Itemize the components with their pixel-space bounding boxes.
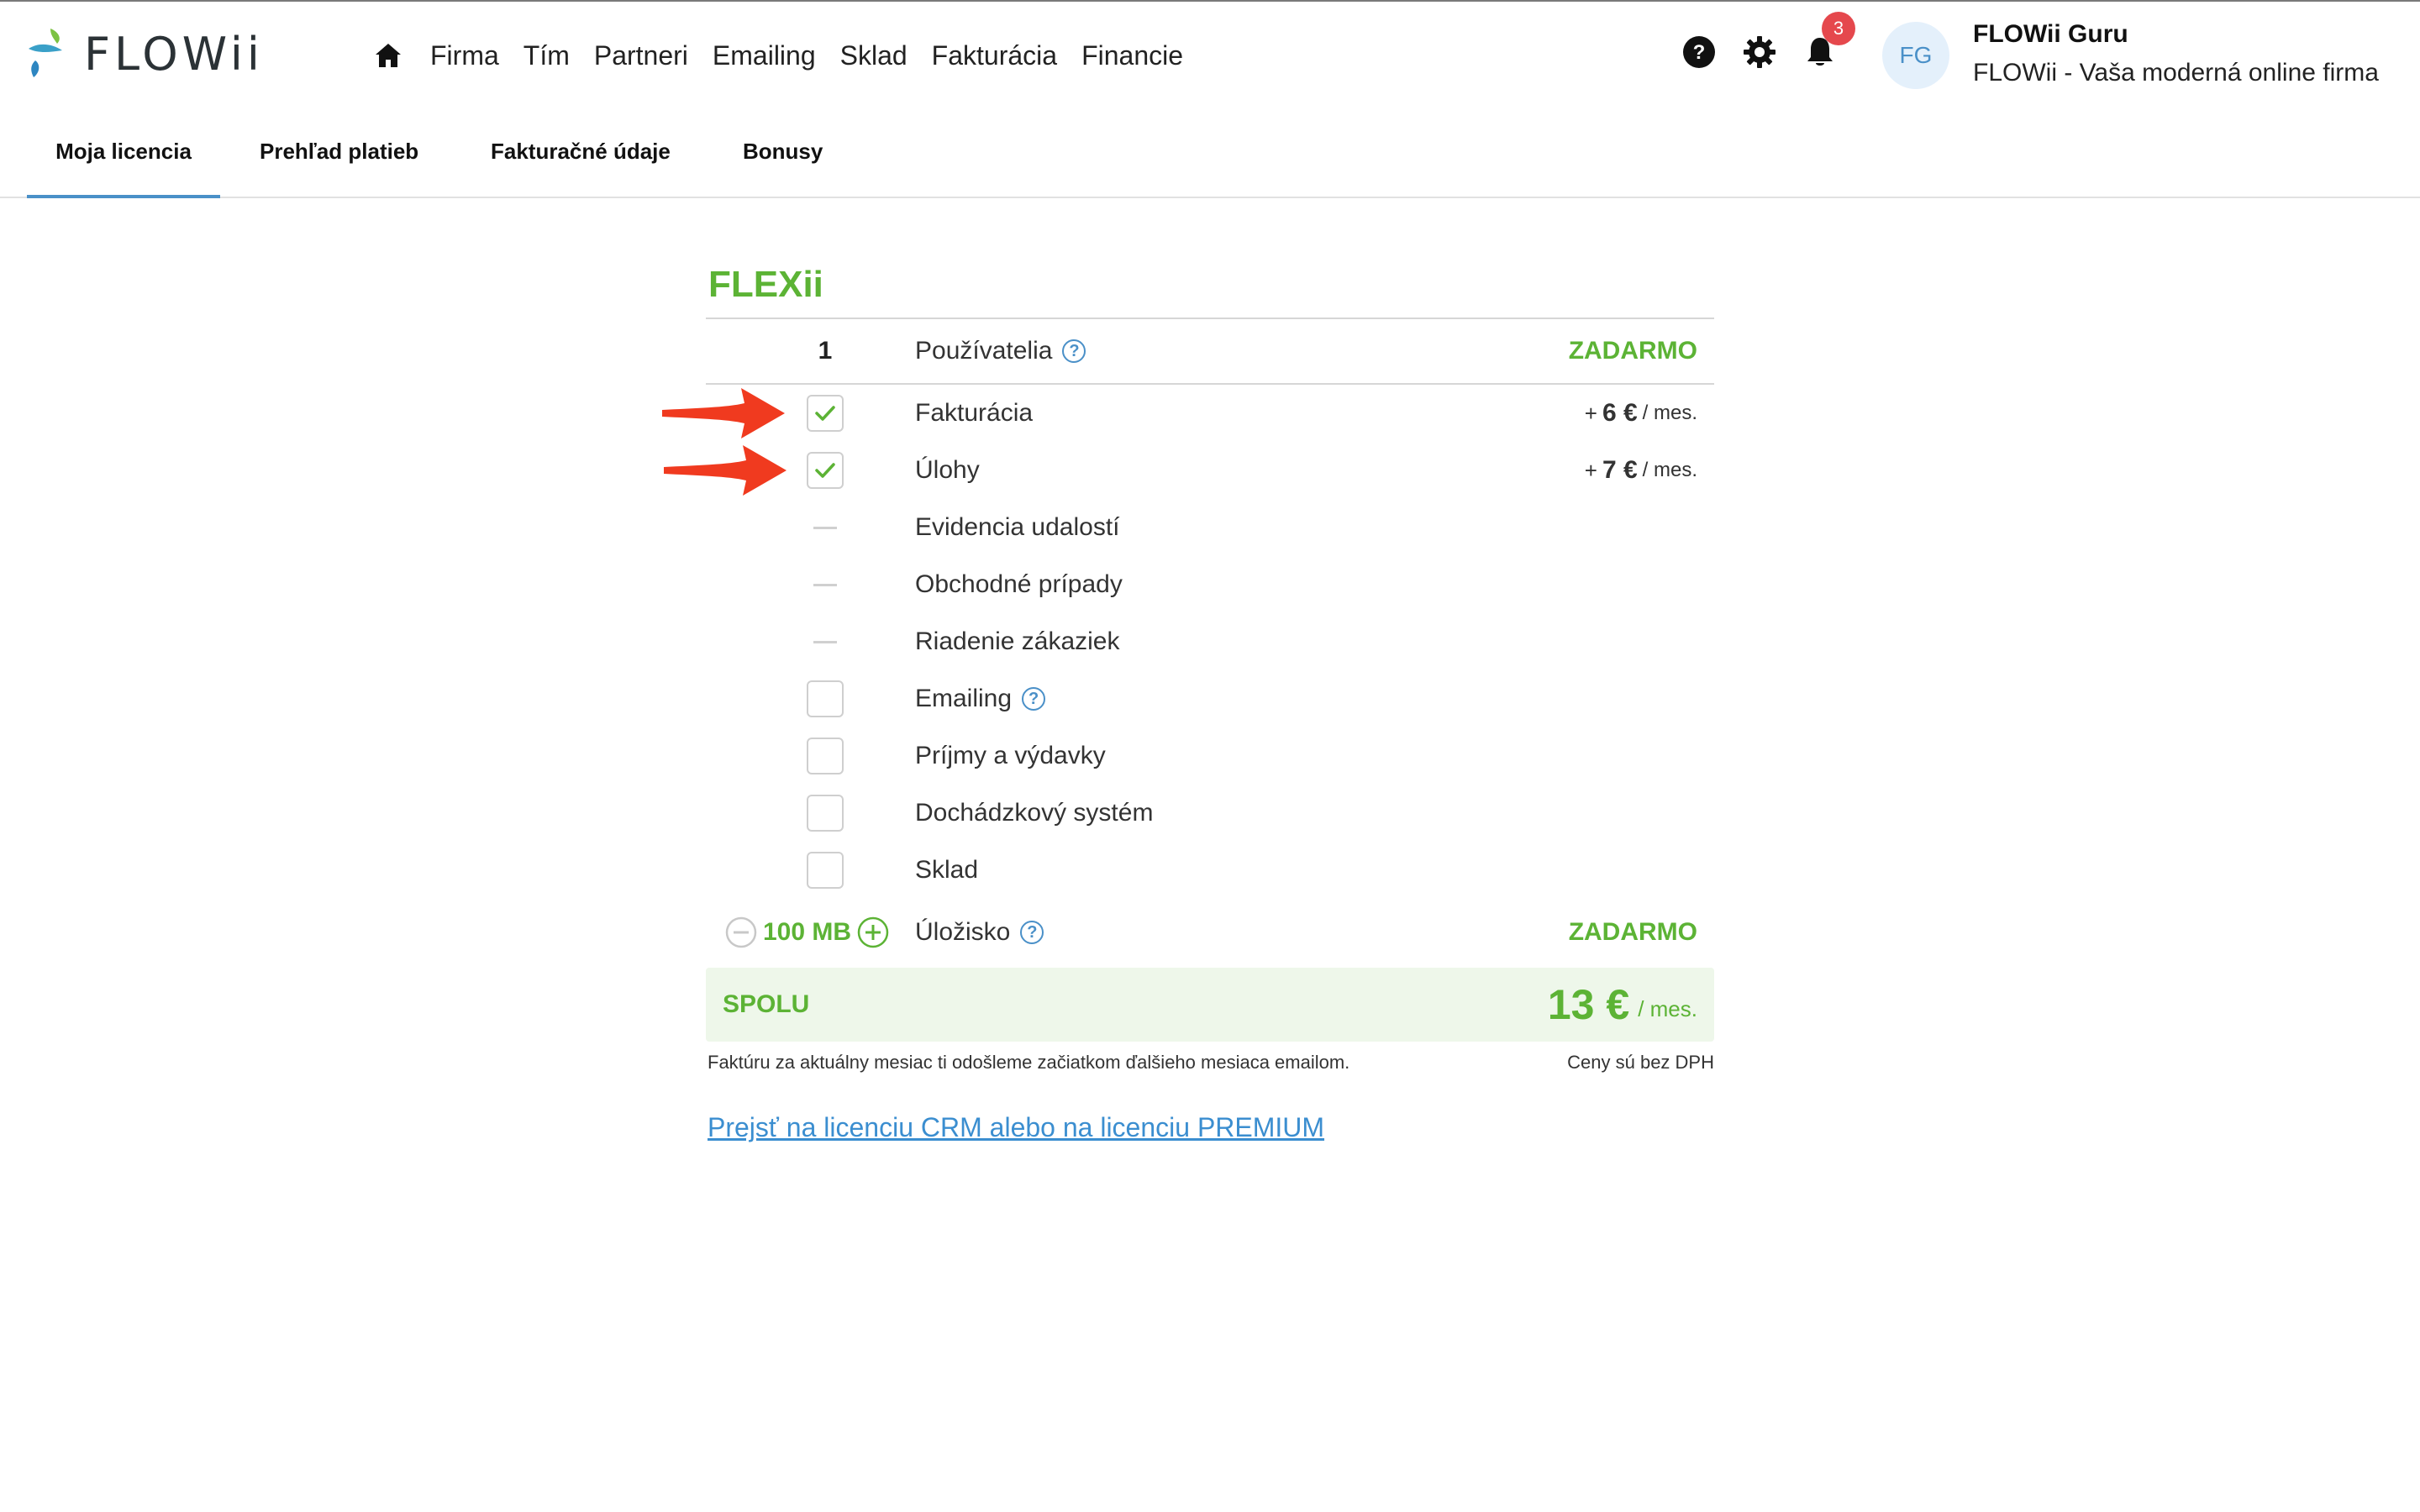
- home-icon[interactable]: [370, 37, 407, 74]
- module-row-sklad: Sklad: [706, 845, 1714, 895]
- nav-fakturacia[interactable]: Fakturácia: [932, 40, 1057, 71]
- unavailable-dash: [813, 526, 837, 529]
- question-icon[interactable]: ?: [1022, 687, 1046, 711]
- module-checkbox-emailing[interactable]: [807, 680, 844, 717]
- total-bar: SPOLU 13 € / mes.: [706, 968, 1714, 1042]
- upgrade-license-link[interactable]: Prejsť na licenciu CRM alebo na licenciu…: [708, 1112, 1324, 1143]
- svg-text:?: ?: [1693, 41, 1706, 64]
- module-row-riadenie-zakaziek: Riadenie zákaziek: [706, 617, 1714, 667]
- tab-fakturacne-udaje[interactable]: Fakturačné údaje: [491, 106, 671, 197]
- users-price: ZADARMO: [1568, 337, 1697, 365]
- users-count: 1: [818, 337, 833, 365]
- module-row-fakturacia: Fakturácia +6 € / mes.: [706, 388, 1714, 438]
- unavailable-dash: [813, 583, 837, 586]
- module-price: +7 € / mes.: [1584, 456, 1697, 484]
- tab-moja-licencia[interactable]: Moja licencia: [27, 106, 220, 198]
- module-row-emailing: Emailing ?: [706, 674, 1714, 724]
- module-row-ulohy: Úlohy +7 € / mes.: [706, 445, 1714, 496]
- total-label: SPOLU: [723, 990, 810, 1018]
- nav-firma[interactable]: Firma: [430, 40, 499, 71]
- module-price: +6 € / mes.: [1584, 399, 1697, 427]
- module-label: Obchodné prípady: [915, 570, 1123, 598]
- module-label: Príjmy a výdavky: [915, 742, 1106, 769]
- brand-logo[interactable]: FLOWii: [25, 27, 264, 81]
- storage-price: ZADARMO: [1568, 918, 1697, 946]
- total-amount: 13 € / mes.: [1547, 981, 1697, 1028]
- nav-financie[interactable]: Financie: [1081, 40, 1183, 71]
- license-tabs: Moja licencia Prehľad platieb Fakturačné…: [0, 106, 2420, 198]
- module-label: Riadenie zákaziek: [915, 627, 1120, 655]
- check-icon: [815, 406, 835, 421]
- avatar[interactable]: FG: [1882, 22, 1949, 89]
- module-label: Sklad: [915, 856, 979, 884]
- plan-name: FLEXii: [708, 264, 823, 305]
- nav-tim[interactable]: Tím: [523, 40, 570, 71]
- module-row-obchodne-pripady: Obchodné prípady: [706, 559, 1714, 610]
- module-label: Dochádzkový systém: [915, 799, 1154, 827]
- module-label: Evidencia udalostí: [915, 513, 1120, 541]
- vat-note: Ceny sú bez DPH: [1567, 1052, 1714, 1073]
- module-checkbox-sklad[interactable]: [807, 852, 844, 889]
- plus-circle-icon[interactable]: [856, 916, 890, 949]
- storage-row: 100 MB Úložisko ? ZADARMO: [706, 907, 1714, 958]
- app-header: FLOWii Firma Tím Partneri Emailing Sklad…: [0, 2, 2420, 106]
- minus-circle-icon[interactable]: [724, 916, 758, 949]
- module-row-prijmy-a-vydavky: Príjmy a výdavky: [706, 731, 1714, 781]
- module-checkbox-prijmy-a-vydavky[interactable]: [807, 738, 844, 774]
- module-label: Úlohy: [915, 456, 980, 484]
- module-row-dochadzkovy-system: Dochádzkový systém: [706, 788, 1714, 838]
- unavailable-dash: [813, 640, 837, 643]
- brand-name: FLOWii: [84, 27, 264, 81]
- question-icon[interactable]: ?: [1062, 339, 1086, 363]
- divider: [706, 383, 1714, 385]
- nav-partneri[interactable]: Partneri: [594, 40, 688, 71]
- storage-amount: 100 MB: [763, 918, 852, 946]
- users-label: Používatelia: [915, 337, 1053, 365]
- company-name: FLOWii - Vaša moderná online firma: [1973, 59, 2379, 87]
- question-icon[interactable]: ?: [1020, 921, 1044, 944]
- nav-emailing[interactable]: Emailing: [713, 40, 816, 71]
- gear-icon[interactable]: [1741, 34, 1778, 71]
- divider: [706, 318, 1714, 319]
- module-label: Fakturácia: [915, 399, 1034, 427]
- help-circle-icon[interactable]: ?: [1681, 34, 1718, 71]
- invoice-note: Faktúru za aktuálny mesiac ti odošleme z…: [708, 1052, 1350, 1073]
- module-checkbox-fakturacia[interactable]: [807, 395, 844, 432]
- storage-label: Úložisko: [915, 918, 1011, 946]
- module-checkbox-ulohy[interactable]: [807, 452, 844, 489]
- module-row-evidencia-udalosti: Evidencia udalostí: [706, 502, 1714, 553]
- nav-sklad[interactable]: Sklad: [840, 40, 908, 71]
- annotation-arrow: [664, 445, 786, 496]
- flowii-logo-icon: [29, 29, 62, 77]
- tab-prehlad-platieb[interactable]: Prehľad platieb: [260, 106, 418, 197]
- tab-bonusy[interactable]: Bonusy: [743, 106, 823, 197]
- check-icon: [815, 463, 835, 478]
- notification-badge: 3: [1822, 12, 1855, 45]
- users-row: 1 Používatelia ? ZADARMO: [706, 326, 1714, 376]
- module-label: Emailing: [915, 685, 1013, 712]
- user-name[interactable]: FLOWii Guru: [1973, 20, 2128, 49]
- module-checkbox-dochadzkovy-system[interactable]: [807, 795, 844, 832]
- main-nav: Firma Tím Partneri Emailing Sklad Faktur…: [370, 34, 1207, 77]
